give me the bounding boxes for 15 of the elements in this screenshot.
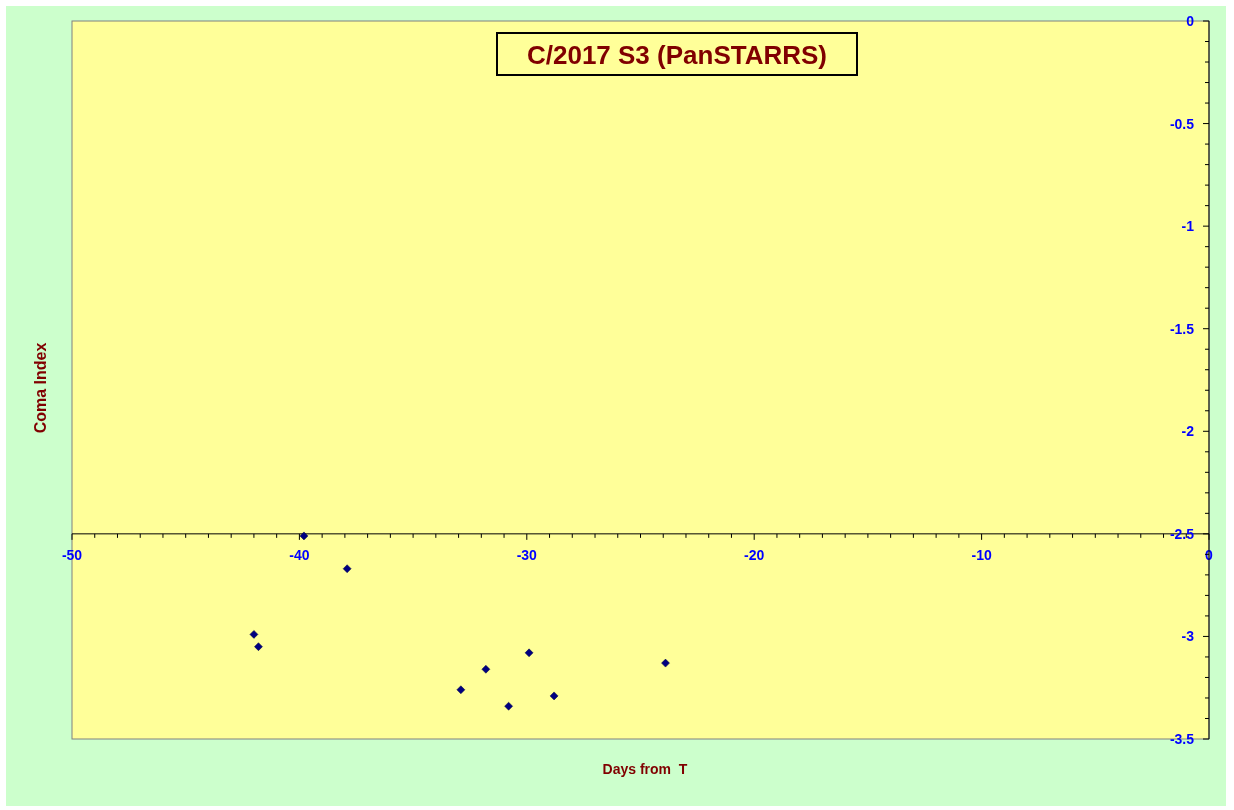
x-tick-label: -40 — [289, 546, 310, 563]
x-tick-label: -20 — [744, 546, 765, 563]
y-tick-label: -3 — [1181, 628, 1194, 645]
y-tick-label: -3.5 — [1169, 731, 1194, 747]
x-tick-label: -50 — [61, 546, 83, 563]
x-axis-title: Days from T — [602, 761, 688, 777]
y-tick-label: 0 — [1186, 13, 1194, 29]
y-tick-label: -1.5 — [1169, 320, 1194, 337]
y-tick-label: -0.5 — [1169, 115, 1194, 132]
chart-title: C/2017 S3 (PanSTARRS) — [496, 32, 858, 76]
y-tick-label: -2 — [1181, 423, 1194, 440]
x-tick-label: -10 — [971, 546, 992, 563]
x-tick-label: -30 — [516, 546, 537, 563]
y-axis-title: Coma Index — [32, 342, 49, 434]
y-tick-label: -1 — [1181, 218, 1194, 235]
